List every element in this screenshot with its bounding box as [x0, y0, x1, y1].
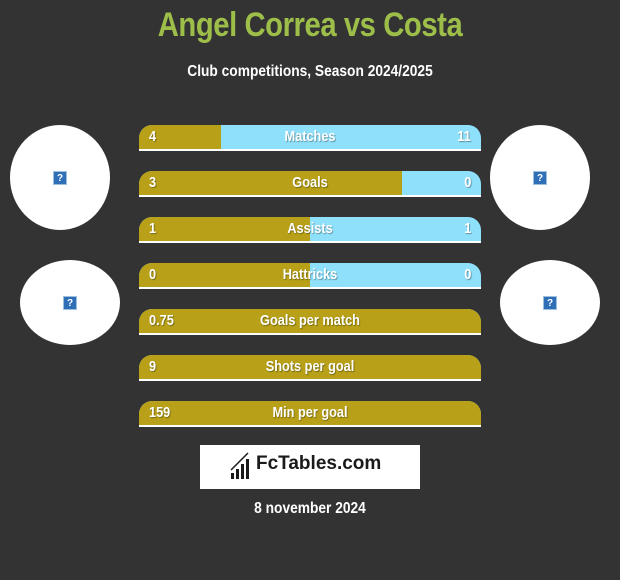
right-value: 0 — [463, 174, 471, 191]
left-value: 4 — [149, 128, 157, 145]
stat-row: Goals 3 0 — [139, 171, 481, 197]
stat-label: Goals — [292, 174, 328, 191]
stat-row: Matches 4 11 — [139, 125, 481, 151]
left-value: 0.75 — [149, 312, 174, 329]
left-value: 9 — [149, 358, 157, 375]
left-value: 0 — [149, 266, 157, 283]
right-value: 11 — [457, 128, 471, 145]
right-club-logo: ? — [500, 260, 600, 345]
logo-text: FcTables.com — [256, 453, 382, 474]
stat-label: Goals per match — [260, 312, 360, 329]
page-title: Angel Correa vs Costa — [157, 6, 463, 44]
image-placeholder-icon: ? — [53, 170, 67, 185]
right-value: 1 — [463, 220, 471, 237]
date-label: 8 november 2024 — [254, 500, 366, 517]
stat-label: Min per goal — [272, 404, 348, 421]
left-value: 1 — [149, 220, 157, 237]
left-player-avatar: ? — [10, 125, 110, 230]
image-placeholder-icon: ? — [533, 170, 547, 185]
stat-label: Hattricks — [282, 266, 338, 283]
stat-label: Shots per goal — [265, 358, 355, 375]
bar-chart-icon — [230, 452, 249, 479]
left-club-logo: ? — [20, 260, 120, 345]
right-value: 0 — [463, 266, 471, 283]
stat-row: Shots per goal 9 — [139, 355, 481, 381]
page-subtitle: Club competitions, Season 2024/2025 — [187, 63, 433, 80]
stat-label: Assists — [287, 220, 333, 237]
right-player-avatar: ? — [490, 125, 590, 230]
left-value: 3 — [149, 174, 157, 191]
stat-label: Matches — [284, 128, 336, 145]
left-value: 159 — [149, 404, 171, 421]
stat-row: Assists 1 1 — [139, 217, 481, 243]
image-placeholder-icon: ? — [63, 295, 77, 310]
image-placeholder-icon: ? — [543, 295, 557, 310]
stat-row: Goals per match 0.75 — [139, 309, 481, 335]
stat-row: Min per goal 159 — [139, 401, 481, 427]
stat-row: Hattricks 0 0 — [139, 263, 481, 289]
fctables-logo[interactable]: FcTables.com — [200, 445, 420, 489]
